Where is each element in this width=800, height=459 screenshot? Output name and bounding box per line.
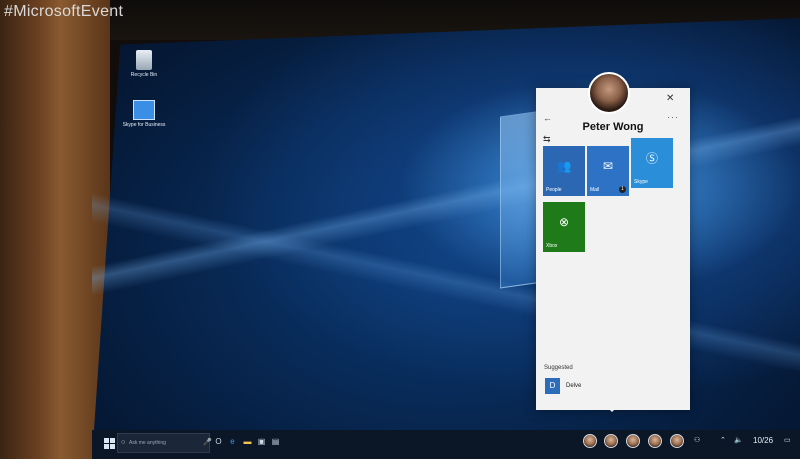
store-icon[interactable]: ▣ [257,437,266,447]
people-icon: 👥 [556,159,572,173]
tile-label: Skype [634,179,648,185]
volume-icon[interactable]: 🔈 [734,436,743,444]
taskbar-contact-3[interactable] [626,434,640,448]
suggested-heading: Suggested [544,365,573,371]
search-box[interactable]: ○ Ask me anything [117,433,210,453]
tile-people[interactable]: 👥 People [543,146,585,196]
recycle-bin-icon [136,50,152,70]
desktop-wallpaper [92,18,800,459]
tile-label: Mail [590,187,600,193]
tile-mail[interactable]: ✉ Mail 1 [587,146,629,196]
taskbar-contact-1[interactable] [583,434,597,448]
panel-pointer [604,404,620,412]
skype-icon: Ⓢ [645,151,659,166]
tile-skype[interactable]: Ⓢ Skype [631,138,673,188]
microphone-icon[interactable]: 🎤 [203,438,212,446]
suggested-item-delve[interactable]: Delve [566,383,581,389]
desktop-icon-recycle-bin[interactable]: Recycle Bin [114,50,174,78]
mail-count-badge: 1 [619,186,626,193]
tile-xbox[interactable]: ⊗ Xbox [543,202,585,252]
taskbar-contact-2[interactable] [604,434,618,448]
taskbar-contact-4[interactable] [648,434,662,448]
taskbar-contact-5[interactable] [670,434,684,448]
tile-label: Xbox [546,243,558,249]
contact-avatar [588,72,630,114]
file-explorer-icon[interactable]: ▬ [243,437,252,447]
close-icon[interactable]: ✕ [666,93,674,104]
search-icon: ○ [121,439,126,446]
start-icon [104,438,109,443]
mail-icon: ✉ [602,159,614,173]
delve-icon[interactable]: D [545,378,560,394]
notifications-icon[interactable]: ▭ [784,436,791,444]
start-button[interactable] [104,438,116,450]
cortana-icon[interactable]: O [214,437,223,447]
xbox-icon: ⊗ [558,215,570,229]
desktop-icon-app[interactable]: Skype for Business [114,100,174,128]
tile-label: People [546,187,562,193]
people-icon[interactable]: ⚇ [694,436,700,444]
edge-icon[interactable]: e [228,437,237,447]
wood-backdrop [0,0,110,459]
contact-name: Peter Wong [582,121,644,133]
desktop-icon-label: Skype for Business [122,122,166,128]
photos-icon[interactable]: ▤ [271,437,280,447]
search-placeholder: Ask me anything [129,440,166,446]
desktop-icon-label: Recycle Bin [130,72,158,78]
clock[interactable]: 10/26 [753,436,773,445]
app-shortcut-icon [133,100,155,120]
pin-icon[interactable]: ⇆ [543,134,551,145]
event-hashtag: #MicrosoftEvent [4,3,124,20]
chevron-up-icon[interactable]: ⌃ [720,436,726,444]
